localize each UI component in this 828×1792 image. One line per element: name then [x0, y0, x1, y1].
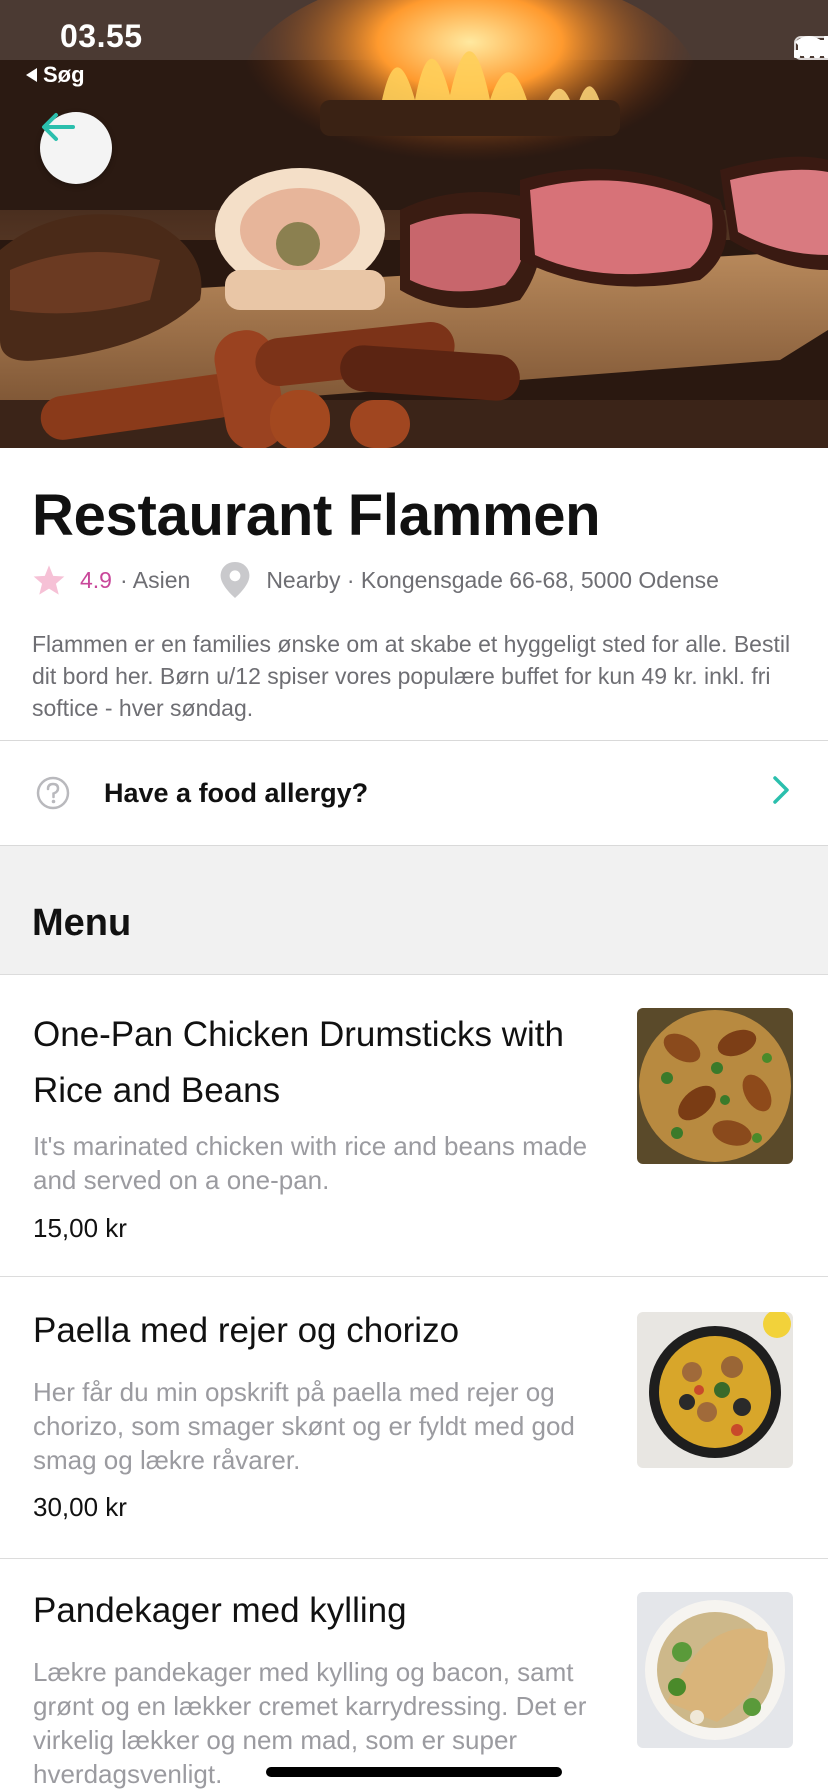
food-allergy-label: Have a food allergy?: [104, 778, 369, 808]
menu-item[interactable]: One-Pan Chicken Drumsticks with Rice and…: [0, 974, 828, 1276]
menu-item-image: [637, 1008, 793, 1164]
hero-image: 03.55 Søg: [0, 0, 828, 448]
food-allergy-row[interactable]: Have a food allergy?: [0, 741, 828, 845]
back-arrow-icon: [42, 113, 75, 141]
status-back-link[interactable]: Søg: [26, 62, 85, 88]
menu-item-description: Her får du min opskrift på paella med re…: [33, 1377, 575, 1475]
menu-item-name: Paella med rejer og chorizo: [33, 1311, 460, 1350]
status-time: 03.55: [60, 18, 143, 54]
status-back-label: Søg: [43, 62, 85, 87]
home-indicator[interactable]: [266, 1767, 562, 1777]
menu-item[interactable]: Pandekager med kylling Lækre pandekager …: [0, 1558, 828, 1792]
menu-item-name: Pandekager med kylling: [33, 1591, 407, 1630]
restaurant-meta: 4.9 · Asien Nearby · Kongensgade 66-68, …: [32, 562, 719, 598]
back-button[interactable]: [40, 112, 112, 184]
restaurant-description: Flammen er en families ønske om at skabe…: [32, 631, 791, 721]
menu-title: Menu: [32, 902, 132, 944]
menu-item-image: [637, 1312, 793, 1468]
hero-food-illustration: [0, 0, 828, 448]
menu-item-price: 15,00 kr: [33, 1213, 127, 1243]
back-triangle-icon: [26, 68, 37, 82]
chevron-right-icon: [773, 776, 789, 804]
menu-item-name: One-Pan Chicken Drumsticks with Rice and…: [33, 1015, 564, 1110]
menu-item[interactable]: Paella med rejer og chorizo Her får du m…: [0, 1276, 828, 1558]
rating-value: 4.9: [80, 566, 112, 593]
menu-item-description: It's marinated chicken with rice and bea…: [33, 1131, 588, 1195]
menu-header: Menu: [0, 846, 828, 974]
location-label: Nearby · Kongensgade 66-68, 5000 Odense: [266, 566, 719, 593]
menu-item-price: 30,00 kr: [33, 1492, 127, 1522]
location-pin-icon: [220, 562, 250, 598]
question-circle-icon: [36, 776, 70, 810]
star-icon: [33, 565, 65, 595]
cuisine-label: · Asien: [119, 566, 191, 593]
restaurant-name: Restaurant Flammen: [32, 483, 601, 548]
battery-icon: [794, 36, 828, 60]
menu-item-image: [637, 1592, 793, 1748]
